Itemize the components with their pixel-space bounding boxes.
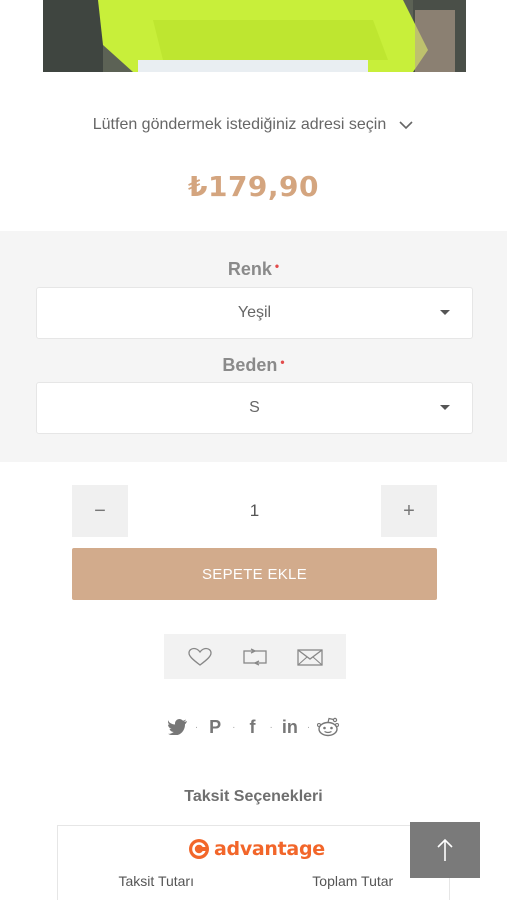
- chevron-down-icon: [399, 121, 413, 130]
- installments-title: Taksit Seçenekleri: [184, 788, 323, 805]
- scroll-to-top-button[interactable]: [410, 822, 480, 878]
- linkedin-icon[interactable]: in: [279, 715, 301, 739]
- decrease-quantity-button[interactable]: −: [72, 485, 128, 537]
- share-separator: ·: [194, 721, 199, 733]
- advantage-logo: advantage: [188, 838, 325, 860]
- share-separator: ·: [232, 721, 236, 733]
- col-installment-amount: Taksit Tutarı: [118, 873, 194, 889]
- facebook-icon[interactable]: f: [242, 715, 264, 739]
- share-links: · P · f · in ·: [0, 712, 507, 742]
- color-select-value: Yeşil: [237, 304, 272, 321]
- dropdown-caret-icon: [440, 405, 450, 410]
- advantage-logo-icon: [189, 839, 209, 859]
- address-selector[interactable]: Lütfen göndermek istediğiniz adresi seçi…: [0, 110, 507, 140]
- color-label: Renk •: [0, 259, 507, 280]
- add-to-cart-button[interactable]: SEPETE EKLE: [72, 548, 437, 600]
- size-label: Beden •: [0, 355, 507, 376]
- color-label-text: Renk: [227, 259, 272, 279]
- required-marker: •: [274, 259, 280, 273]
- product-price: ₺179,90: [187, 170, 320, 203]
- quantity-stepper: − 1 +: [72, 485, 437, 537]
- mail-icon[interactable]: [296, 646, 324, 668]
- color-select[interactable]: Yeşil: [36, 287, 473, 339]
- pinterest-icon[interactable]: P: [204, 715, 226, 739]
- required-marker: •: [280, 355, 285, 369]
- product-actions: [164, 634, 346, 679]
- quantity-input[interactable]: 1: [128, 485, 381, 537]
- compare-icon[interactable]: [241, 646, 269, 668]
- size-label-text: Beden: [222, 355, 278, 375]
- product-image[interactable]: [43, 0, 466, 72]
- variant-options: Renk • Yeşil Beden • S: [0, 231, 507, 462]
- arrow-up-icon: [437, 838, 453, 861]
- product-page: Lütfen göndermek istediğiniz adresi seçi…: [0, 0, 507, 900]
- size-select-value: S: [249, 399, 260, 416]
- address-prompt: Lütfen göndermek istediğiniz adresi seçi…: [92, 116, 387, 133]
- size-select[interactable]: S: [36, 382, 473, 434]
- share-separator: ·: [306, 721, 311, 733]
- installments-header: Taksit Tutarı Toplam Tutar: [58, 873, 451, 889]
- increase-quantity-button[interactable]: +: [381, 485, 437, 537]
- share-separator: ·: [269, 721, 273, 733]
- reddit-icon[interactable]: [316, 715, 340, 739]
- twitter-icon[interactable]: [167, 715, 189, 739]
- installments-table: advantage Taksit Tutarı Toplam Tutar: [57, 825, 450, 900]
- heart-icon[interactable]: [186, 646, 214, 668]
- brand-name: advantage: [214, 838, 325, 860]
- dropdown-caret-icon: [440, 310, 450, 315]
